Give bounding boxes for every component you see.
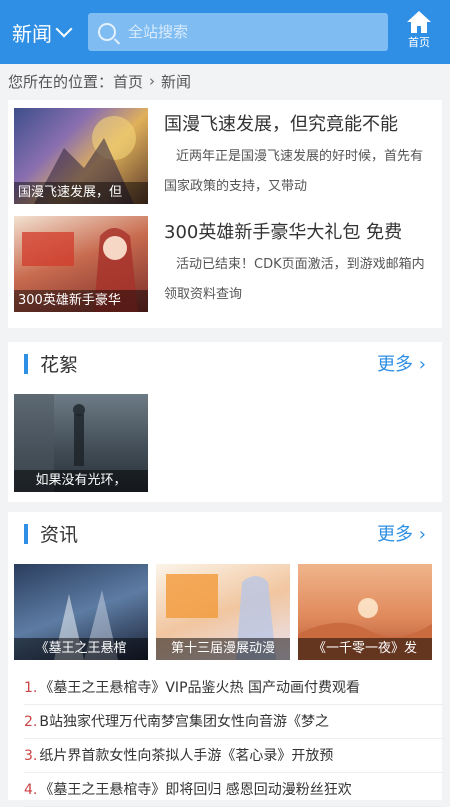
list-item[interactable]: 1. 《墓王之王悬棺寺》VIP品鉴火热 国产动画付费观看 (24, 672, 444, 705)
section-accent-bar (24, 524, 28, 544)
list-item[interactable]: 4. 《墓王之王悬棺寺》即将回归 感恩回动漫粉丝狂欢 (24, 774, 444, 807)
news-tile[interactable]: 《墓王之王悬棺 (14, 564, 148, 660)
list-title: B站独家代理万代南梦宫集团女性向音游《梦之 (39, 714, 329, 730)
thumbnail-caption: 300英雄新手豪华 (14, 290, 148, 312)
news-thumbnail[interactable]: 300英雄新手豪华 (14, 216, 148, 312)
section-header-zixun: 资讯 更多 › (8, 512, 442, 552)
home-label: 首页 (408, 36, 430, 49)
tile-caption: 《一千零一夜》发 (298, 638, 432, 660)
news-item[interactable]: 国漫飞速发展，但 国漫飞速发展，但究竟能不能 近两年正是国漫飞速发展的好时候，首… (8, 104, 434, 208)
home-icon (407, 11, 431, 33)
news-summary: 活动已结束！CDK页面激活，到游戏邮箱内领取资料查询 (164, 257, 425, 302)
more-label: 更多 (377, 524, 414, 545)
list-number: 4. (24, 782, 38, 798)
news-tile[interactable]: 第十三届漫展动漫 (156, 564, 290, 660)
home-button[interactable]: 首页 (396, 8, 442, 56)
more-label: 更多 (377, 354, 414, 375)
news-title[interactable]: 国漫飞速发展，但究竟能不能 (164, 110, 398, 136)
huaxu-card: 如果没有光环， (8, 382, 442, 502)
chevron-right-icon: › (149, 72, 156, 90)
list-title: 《墓王之王悬棺寺》VIP品鉴火热 国产动画付费观看 (39, 680, 360, 696)
chevron-down-icon (55, 20, 73, 38)
search-icon (98, 23, 116, 41)
section-header-huaxu: 花絮 更多 › (8, 342, 442, 382)
news-title[interactable]: 300英雄新手豪华大礼包 免费 (164, 218, 402, 244)
news-summary: 近两年正是国漫飞速发展的好时候，首先有国家政策的支持，又带动 (164, 149, 424, 194)
news-item[interactable]: 300英雄新手豪华 300英雄新手豪华大礼包 免费 活动已结束！CDK页面激活，… (8, 212, 434, 316)
news-tile[interactable]: 《一千零一夜》发 (298, 564, 432, 660)
list-number: 3. (24, 748, 38, 764)
breadcrumb-prefix: 您所在的位置： (8, 72, 114, 91)
search-input[interactable] (126, 22, 370, 42)
tile-caption: 如果没有光环， (14, 470, 148, 492)
channel-label: 新闻 (12, 21, 52, 46)
tile-caption: 《墓王之王悬棺 (14, 638, 148, 660)
breadcrumb-current: 新闻 (161, 72, 192, 91)
video-tile[interactable]: 如果没有光环， (14, 394, 148, 492)
news-list: 国漫飞速发展，但 国漫飞速发展，但究竟能不能 近两年正是国漫飞速发展的好时候，首… (8, 100, 442, 328)
search-box[interactable] (88, 13, 388, 51)
list-item[interactable]: 2. B站独家代理万代南梦宫集团女性向音游《梦之 (24, 706, 444, 739)
section-title: 花絮 (40, 354, 79, 376)
list-title: 《墓王之王悬棺寺》即将回归 感恩回动漫粉丝狂欢 (39, 782, 352, 798)
breadcrumb: 您所在的位置： 首页 › 新闻 (8, 66, 442, 96)
chevron-right-icon: › (418, 524, 426, 545)
list-number: 2. (24, 714, 38, 730)
top-bar: 新闻 首页 (0, 0, 450, 64)
list-title: 纸片界首款女性向茶拟人手游《茗心录》开放预 (39, 748, 334, 764)
thumbnail-caption: 国漫飞速发展，但 (14, 182, 148, 204)
list-number: 1. (24, 680, 38, 696)
breadcrumb-home[interactable]: 首页 (113, 71, 143, 92)
news-thumbnail[interactable]: 国漫飞速发展，但 (14, 108, 148, 204)
list-item[interactable]: 3. 纸片界首款女性向茶拟人手游《茗心录》开放预 (24, 740, 444, 773)
more-link[interactable]: 更多 › (377, 350, 426, 376)
section-title: 资讯 (40, 524, 79, 546)
chevron-right-icon: › (418, 354, 426, 375)
tile-caption: 第十三届漫展动漫 (156, 638, 290, 660)
section-accent-bar (24, 354, 28, 374)
more-link[interactable]: 更多 › (377, 520, 426, 546)
zixun-card: 《墓王之王悬棺 第十三届漫展动漫 《一千零一夜》发 1. 《墓王之王悬棺寺》VIP… (8, 552, 444, 807)
channel-selector[interactable]: 新闻 (12, 16, 73, 48)
